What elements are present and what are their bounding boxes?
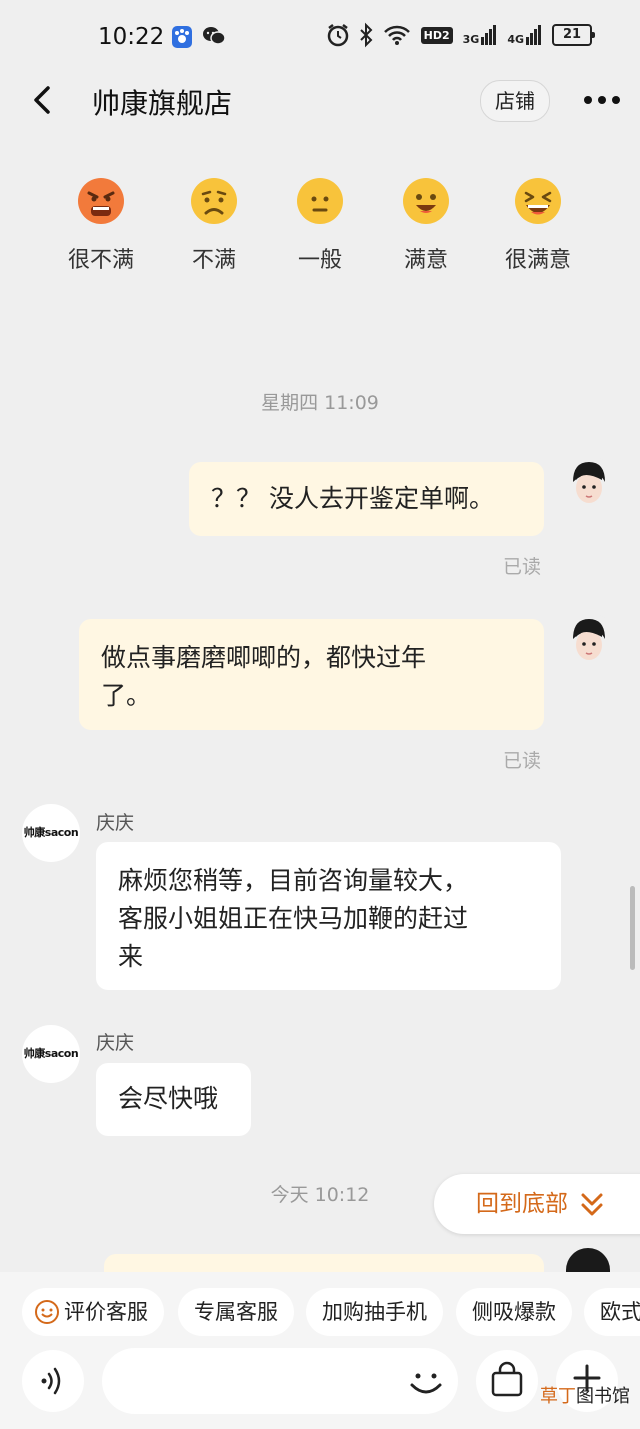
outgoing-message-partial	[104, 1254, 544, 1274]
message-line: 来	[118, 942, 144, 971]
signal-4g: 4G	[507, 25, 542, 45]
sender-name: 庆庆	[96, 812, 135, 834]
user-avatar-partial	[566, 1248, 610, 1272]
wifi-icon	[383, 25, 410, 45]
incoming-message[interactable]: 麻烦您稍等，目前咨询量较大， 客服小姐姐正在快马加鞭的赶过 来	[96, 842, 561, 990]
message-line: 了。	[101, 681, 152, 710]
emoji-button[interactable]	[396, 1352, 456, 1412]
user-avatar[interactable]	[561, 456, 617, 512]
message-line: 客服小姐姐正在快马加鞭的赶过	[118, 904, 469, 933]
battery-indicator: 21	[552, 24, 595, 46]
more-button[interactable]	[580, 86, 624, 114]
quick-reply-side-suction[interactable]: 侧吸爆款	[456, 1288, 572, 1336]
chevron-left-icon	[34, 86, 50, 114]
back-button[interactable]	[28, 84, 60, 116]
signal-bars-icon	[481, 25, 497, 45]
quick-reply-rate-service[interactable]: 评价客服	[22, 1288, 164, 1336]
rating-option-dissatisfied[interactable]: 不满	[159, 178, 269, 274]
chat-header: 帅康旗舰店 店铺	[0, 70, 640, 140]
wechat-icon	[202, 26, 226, 50]
incoming-message[interactable]: 会尽快哦	[96, 1063, 251, 1136]
outgoing-message[interactable]: ？？ 没人去开鉴定单啊。	[189, 462, 544, 536]
status-bar: 10:22 HD2 3G 4G 21	[0, 0, 640, 76]
quick-reply-add-cart-lottery[interactable]: 加购抽手机	[306, 1288, 443, 1336]
shop-avatar[interactable]: 帅康sacon	[22, 1025, 80, 1083]
rating-option-very-dissatisfied[interactable]: 很不满	[46, 178, 156, 274]
shop-avatar[interactable]: 帅康sacon	[22, 804, 80, 862]
baidu-paw-icon	[172, 26, 192, 52]
more-dots-icon	[584, 96, 620, 104]
read-receipt: 已读	[503, 556, 542, 578]
read-receipt: 已读	[503, 750, 542, 772]
laugh-face-icon	[515, 178, 561, 224]
product-button[interactable]	[476, 1350, 538, 1412]
shopping-bag-icon	[491, 1361, 523, 1397]
message-line: 做点事磨磨唧唧的，都快过年	[101, 643, 427, 672]
smile-icon	[35, 1300, 59, 1324]
service-rating-bar: 很不满 不满 一般 满意 很满意	[0, 178, 640, 288]
watermark: 草丁图书馆	[540, 1386, 630, 1407]
sender-name: 庆庆	[96, 1032, 135, 1054]
rating-option-very-satisfied[interactable]: 很满意	[483, 178, 593, 274]
rating-option-neutral[interactable]: 一般	[265, 178, 375, 274]
rating-option-satisfied[interactable]: 满意	[371, 178, 481, 274]
back-to-bottom-button[interactable]: 回到底部	[434, 1174, 640, 1234]
message-line: 麻烦您稍等，目前咨询量较大，	[118, 866, 469, 895]
scrollbar[interactable]	[630, 886, 635, 970]
status-time: 10:22	[98, 24, 165, 50]
outgoing-message[interactable]: 做点事磨磨唧唧的，都快过年 了。	[79, 619, 544, 730]
store-button[interactable]: 店铺	[480, 80, 550, 122]
frown-face-icon	[191, 178, 237, 224]
emoji-icon	[410, 1373, 442, 1394]
voice-button[interactable]	[22, 1350, 84, 1412]
quick-reply-european[interactable]: 欧式	[584, 1288, 640, 1336]
angry-face-icon	[78, 178, 124, 224]
smile-face-icon	[403, 178, 449, 224]
double-chevron-down-icon	[581, 1193, 603, 1216]
voice-icon	[41, 1367, 61, 1395]
time-divider: 星期四 11:09	[261, 392, 379, 414]
status-indicators: HD2 3G 4G 21	[327, 22, 595, 48]
user-avatar[interactable]	[561, 613, 617, 669]
signal-3g: 3G	[463, 25, 498, 45]
neutral-face-icon	[297, 178, 343, 224]
shop-title: 帅康旗舰店	[92, 87, 233, 120]
bluetooth-icon	[359, 22, 373, 48]
hd-voice-badge: HD2	[420, 26, 453, 44]
alarm-icon	[327, 24, 348, 47]
quick-reply-dedicated-service[interactable]: 专属客服	[178, 1288, 294, 1336]
signal-bars-icon	[526, 25, 541, 45]
